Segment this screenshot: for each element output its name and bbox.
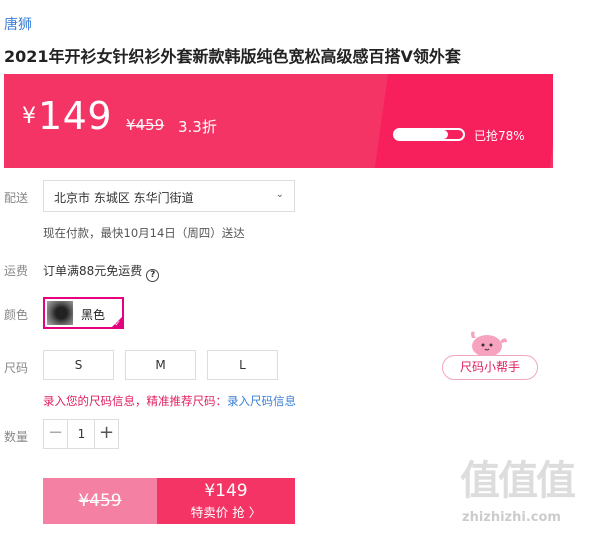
currency-symbol: ¥ xyxy=(22,104,36,129)
size-option-l[interactable]: L xyxy=(207,350,278,380)
delivery-label: 配送 xyxy=(4,191,29,205)
quantity-value[interactable]: 1 xyxy=(68,420,95,448)
mascot-icon xyxy=(471,331,507,357)
sold-progress-text: 已抢78% xyxy=(474,129,525,143)
address-value: 北京市 东城区 东华门街道 xyxy=(54,191,194,205)
current-price: ¥149 xyxy=(22,94,112,138)
brand-link[interactable]: 唐狮 xyxy=(4,14,32,34)
original-price-button[interactable]: ¥459 xyxy=(43,478,157,524)
color-thumbnail xyxy=(47,301,73,325)
size-info: 录入您的尺码信息，精准推荐尺码：录入尺码信息 xyxy=(43,393,296,409)
quantity-stepper: − 1 + xyxy=(43,419,119,449)
color-label: 颜色 xyxy=(4,308,29,322)
quantity-plus-button[interactable]: + xyxy=(94,420,118,448)
delivery-estimate: 现在付款，最快10月14日（周四）送达 xyxy=(43,226,245,240)
size-info-text: 录入您的尺码信息，精准推荐尺码： xyxy=(43,394,227,408)
sold-progress-bar xyxy=(393,128,465,141)
size-label: 尺码 xyxy=(4,361,29,375)
shipping-text: 订单满88元免运费 xyxy=(43,264,143,278)
product-title: 2021年开衫女针织衫外套新款韩版纯色宽松高级感百搭V领外套 xyxy=(4,47,461,66)
sold-progress-fill xyxy=(395,130,449,139)
buy-now-button[interactable]: ¥149 特卖价 抢 〉 xyxy=(157,478,295,524)
discount-rate: 3.3折 xyxy=(178,118,217,136)
watermark-glyphs: 值值值 xyxy=(460,458,576,504)
buy-price: ¥149 xyxy=(204,481,248,501)
color-option-black[interactable]: 黑色 ✓ xyxy=(43,297,124,329)
size-option-m[interactable]: M xyxy=(125,350,196,380)
shipping-label: 运费 xyxy=(4,264,29,278)
size-option-s[interactable]: S xyxy=(43,350,114,380)
watermark-logo: 值值值 zhizhizhi.com xyxy=(460,448,605,528)
price-banner: ¥149 ¥459 3.3折 已抢78% xyxy=(4,74,553,168)
quantity-minus-button[interactable]: − xyxy=(44,420,68,448)
address-select[interactable]: 北京市 东城区 东华门街道 ⌄ xyxy=(43,180,295,212)
watermark-url: zhizhizhi.com xyxy=(462,510,561,525)
quantity-label: 数量 xyxy=(4,430,29,444)
current-price-value: 149 xyxy=(38,94,113,138)
buy-action-label: 特卖价 抢 〉 xyxy=(190,505,262,520)
shipping-info: 订单满88元免运费? xyxy=(43,262,160,282)
color-option-name: 黑色 xyxy=(81,308,106,322)
help-icon[interactable]: ? xyxy=(146,269,160,282)
size-info-link[interactable]: 录入尺码信息 xyxy=(227,394,296,408)
original-price: ¥459 xyxy=(126,116,165,134)
chevron-down-icon: ⌄ xyxy=(275,189,284,200)
size-helper-button[interactable]: 尺码小帮手 xyxy=(442,355,538,380)
checkmark-icon: ✓ xyxy=(114,319,121,328)
